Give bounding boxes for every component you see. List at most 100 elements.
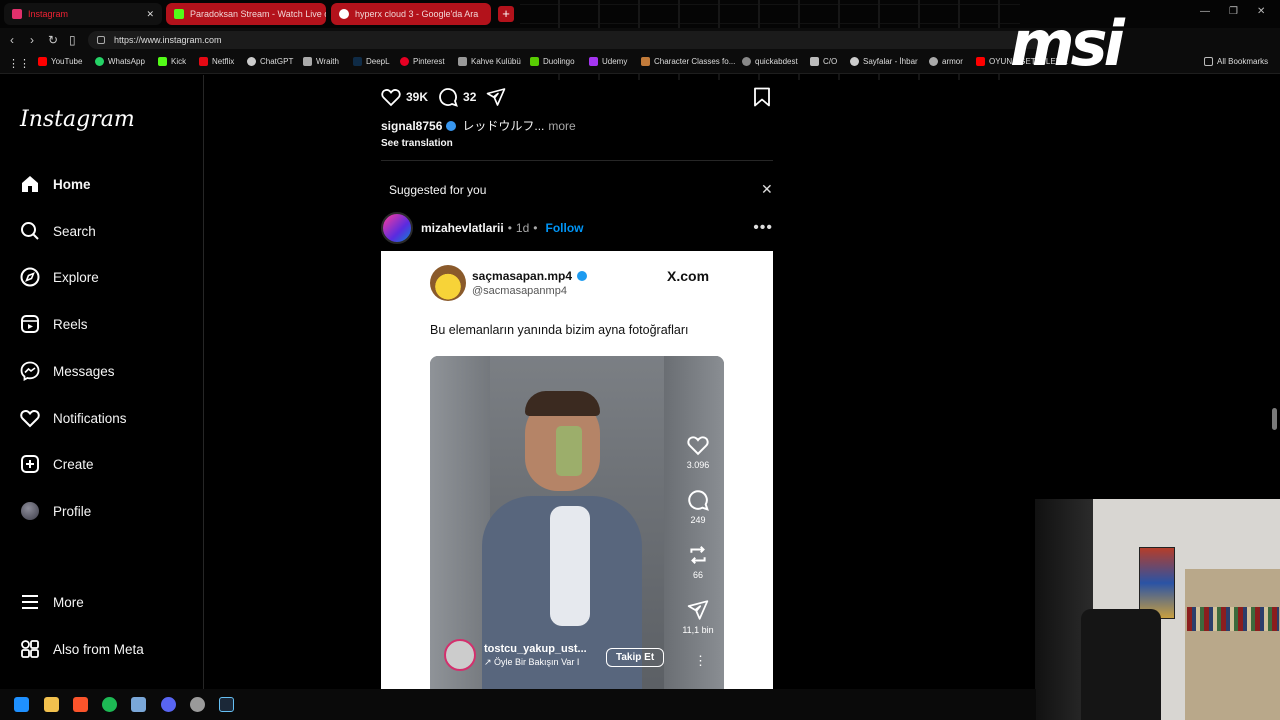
- scrollbar[interactable]: [1272, 408, 1277, 430]
- all-bookmarks[interactable]: All Bookmarks: [1204, 57, 1268, 66]
- nav-profile[interactable]: Profile: [20, 499, 91, 523]
- site-info-icon[interactable]: [97, 36, 105, 44]
- forward-icon[interactable]: ›: [30, 33, 34, 47]
- reload-icon[interactable]: ↻: [48, 33, 58, 47]
- nav-label: Messages: [53, 363, 115, 379]
- bookmark-youtube[interactable]: YouTube: [38, 57, 82, 66]
- bookmark-udemy[interactable]: Udemy: [589, 57, 627, 66]
- windows-start-icon[interactable]: [14, 697, 29, 712]
- url-field[interactable]: https://www.instagram.com: [88, 31, 1048, 49]
- like-button[interactable]: 39K: [381, 87, 428, 107]
- tab-label: hyperx cloud 3 - Google'da Ara: [355, 9, 479, 19]
- separator-dot: •: [533, 221, 538, 235]
- bookmark-sayfalar[interactable]: Sayfalar - İhbar: [850, 57, 918, 66]
- share-button[interactable]: [486, 87, 511, 107]
- video-comment-button[interactable]: 249: [682, 489, 714, 525]
- close-tab-icon[interactable]: ✕: [140, 9, 154, 20]
- tweet-avatar: [430, 265, 466, 301]
- url-text: https://www.instagram.com: [114, 35, 222, 45]
- close-window-icon[interactable]: ✕: [1257, 6, 1265, 17]
- bookmark-page-icon[interactable]: ▯: [69, 33, 76, 47]
- bookmark-co[interactable]: C/O: [810, 57, 837, 66]
- nav-label: Profile: [53, 503, 92, 519]
- video-repost-button[interactable]: 66: [682, 544, 714, 580]
- youtube-icon: [38, 57, 47, 66]
- file-explorer-icon[interactable]: [44, 697, 59, 712]
- video-author: tostcu_yakup_ust... ↗ Öyle Bir Bakışın V…: [444, 639, 587, 671]
- video-like-button[interactable]: 3.096: [682, 434, 714, 470]
- bookmark-duolingo[interactable]: Duolingo: [530, 57, 575, 66]
- post-username[interactable]: mizahevlatlarii: [421, 221, 504, 235]
- folder-icon: [1204, 57, 1213, 66]
- plus-square-icon: [20, 454, 40, 474]
- tab-instagram[interactable]: Instagram ✕: [4, 3, 162, 25]
- kick-favicon-icon: [174, 9, 184, 19]
- more-options-icon[interactable]: •••: [753, 219, 773, 237]
- apps-grid-icon[interactable]: ⋮⋮: [8, 57, 30, 70]
- room-chair: [1081, 609, 1161, 720]
- follow-button[interactable]: Follow: [545, 221, 583, 235]
- person-figure: [525, 391, 600, 416]
- comment-button[interactable]: 32: [438, 87, 476, 107]
- nav-explore[interactable]: Explore: [20, 265, 99, 289]
- video-repost-count: 66: [692, 570, 703, 580]
- nav-create[interactable]: Create: [20, 452, 94, 476]
- nav-label: More: [53, 594, 84, 610]
- more-options-icon[interactable]: ⋮: [694, 653, 707, 669]
- bookmark-chatgpt[interactable]: ChatGPT: [247, 57, 293, 66]
- video-username[interactable]: tostcu_yakup_ust...: [484, 643, 587, 655]
- bookmark-kahve[interactable]: Kahve Kulübü: [458, 57, 521, 66]
- nav-search[interactable]: Search: [20, 219, 96, 243]
- tab-kick-stream[interactable]: Paradoksan Stream - Watch Live on K: [166, 3, 326, 25]
- nav-label: Explore: [53, 269, 99, 285]
- nav-home[interactable]: Home: [20, 172, 91, 196]
- bookmark-quickabdest[interactable]: quickabdest: [742, 57, 798, 66]
- restore-icon[interactable]: ❐: [1229, 6, 1238, 17]
- spotify-icon[interactable]: [102, 697, 117, 712]
- see-translation-link[interactable]: See translation: [381, 138, 453, 149]
- app-icon[interactable]: [131, 697, 146, 712]
- tab-google-search[interactable]: hyperx cloud 3 - Google'da Ara: [331, 3, 491, 25]
- webcam-overlay: [1035, 499, 1280, 720]
- compass-icon: [20, 267, 40, 287]
- instagram-logo[interactable]: Instagram: [20, 107, 135, 132]
- bookmark-armor[interactable]: armor: [929, 57, 963, 66]
- nav-label: Create: [53, 456, 94, 472]
- brave-browser-icon[interactable]: [73, 697, 88, 712]
- settings-app-icon[interactable]: [190, 697, 205, 712]
- bookmark-deepl[interactable]: DeepL: [353, 57, 390, 66]
- minimize-icon[interactable]: —: [1200, 6, 1210, 17]
- video-share-button[interactable]: 11,1 bin: [682, 599, 714, 635]
- close-icon[interactable]: ✕: [761, 181, 773, 198]
- bookmark-whatsapp[interactable]: WhatsApp: [95, 57, 145, 66]
- post-media[interactable]: saçmasapan.mp4 @sacmasapanmp4 X.com Bu e…: [381, 251, 773, 689]
- nav-reels[interactable]: Reels: [20, 312, 88, 336]
- nav-label: Reels: [53, 316, 88, 332]
- post-timestamp: 1d: [515, 221, 530, 235]
- tab-label: Paradoksan Stream - Watch Live on K: [190, 9, 326, 19]
- video-follow-button[interactable]: Takip Et: [606, 648, 665, 667]
- comment-count: 32: [463, 90, 477, 104]
- nav-more[interactable]: More: [20, 590, 84, 614]
- bookmark-kick[interactable]: Kick: [158, 57, 186, 66]
- nav-messages[interactable]: Messages: [20, 359, 115, 383]
- avatar[interactable]: [381, 212, 413, 244]
- back-icon[interactable]: ‹: [10, 33, 14, 47]
- bookmark-pinterest[interactable]: Pinterest: [400, 57, 445, 66]
- embedded-video[interactable]: 3.096 249 66 11,1 bin tostcu_yakup_ust..…: [430, 356, 724, 689]
- bookmark-wraith[interactable]: Wraith: [303, 57, 339, 66]
- discord-icon[interactable]: [161, 697, 176, 712]
- avatar[interactable]: [444, 639, 476, 671]
- save-button[interactable]: [753, 87, 771, 112]
- globe-icon: [929, 57, 938, 66]
- new-tab-button[interactable]: +: [498, 6, 514, 22]
- nav-notifications[interactable]: Notifications: [20, 406, 127, 430]
- bookmark-character-classes[interactable]: Character Classes fo...: [641, 57, 735, 66]
- video-audio[interactable]: ↗ Öyle Bir Bakışın Var I: [484, 657, 587, 668]
- caption-more-link[interactable]: more: [548, 119, 575, 133]
- bookmark-netflix[interactable]: Netflix: [199, 57, 234, 66]
- caption-username[interactable]: signal8756: [381, 119, 442, 133]
- nav-also-from-meta[interactable]: Also from Meta: [20, 637, 144, 661]
- repost-icon: [690, 546, 706, 564]
- steam-icon[interactable]: [219, 697, 234, 712]
